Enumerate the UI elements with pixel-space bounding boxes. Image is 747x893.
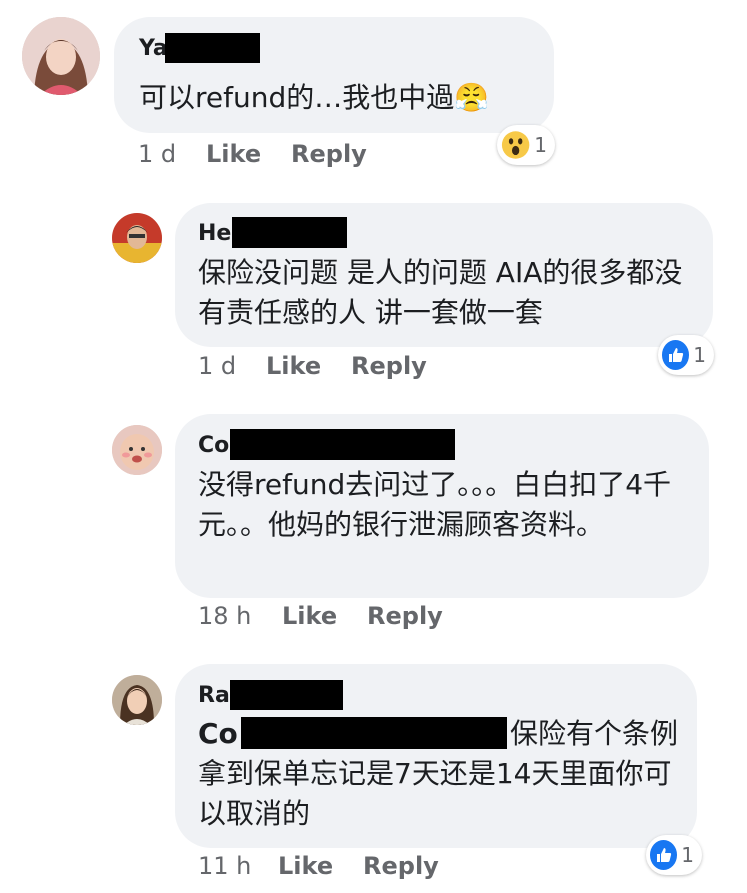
comment-meta: 11 h Like Reply [0,851,747,881]
comment-text: 可以refund的…我也中過😤 [139,81,490,114]
like-button[interactable]: Like [206,139,261,169]
comment-time[interactable]: 1 d [138,139,176,169]
like-button[interactable]: Like [278,851,333,881]
comment-time[interactable]: 1 d [198,351,236,381]
reaction-summary[interactable]: 1 [497,125,555,165]
redaction-bar [165,33,260,63]
reply-button[interactable]: Reply [363,851,439,881]
commenter-name[interactable]: Co [198,433,229,459]
reply-button[interactable]: Reply [351,351,427,381]
redaction-bar [230,680,343,710]
commenter-name[interactable]: Ya [139,36,168,62]
comment-meta: 1 d Like Reply [0,139,747,169]
reaction-summary[interactable]: 1 [658,335,714,375]
reaction-count: 1 [681,843,694,867]
reaction-summary[interactable]: 1 [646,835,702,875]
redaction-bar [232,217,347,248]
commenter-name[interactable]: He [198,221,231,247]
like-button[interactable]: Like [282,601,337,631]
reply-button[interactable]: Reply [367,601,443,631]
comment-meta: 18 h Like Reply [0,601,747,631]
comment-text: 没得refund去问过了。。。白白扣了4千元。。他妈的银行泄漏顾客资料。 [198,468,672,541]
reaction-count: 1 [534,133,547,157]
thumbs-up-icon [662,340,690,370]
comment-time[interactable]: 18 h [198,601,251,631]
comment-meta: 1 d Like Reply [0,351,747,381]
comment-time[interactable]: 11 h [198,851,251,881]
like-button[interactable]: Like [266,351,321,381]
commenter-name[interactable]: Ra [198,683,230,709]
avatar[interactable] [112,675,162,725]
redaction-bar [230,429,455,460]
comment-text: 保险有个条例拿到保单忘记是7天还是14天里面你可以取消的 [198,717,679,830]
reaction-count: 1 [693,343,706,367]
avatar[interactable] [112,425,162,475]
wow-emoji-icon [501,131,530,159]
comment-text: 保险没问题 是人的问题 AIA的很多都没有责任感的人 讲一套做一套 [198,256,683,329]
thumbs-up-icon [650,840,678,870]
avatar[interactable] [22,17,100,95]
avatar[interactable] [112,213,162,263]
reply-button[interactable]: Reply [291,139,367,169]
